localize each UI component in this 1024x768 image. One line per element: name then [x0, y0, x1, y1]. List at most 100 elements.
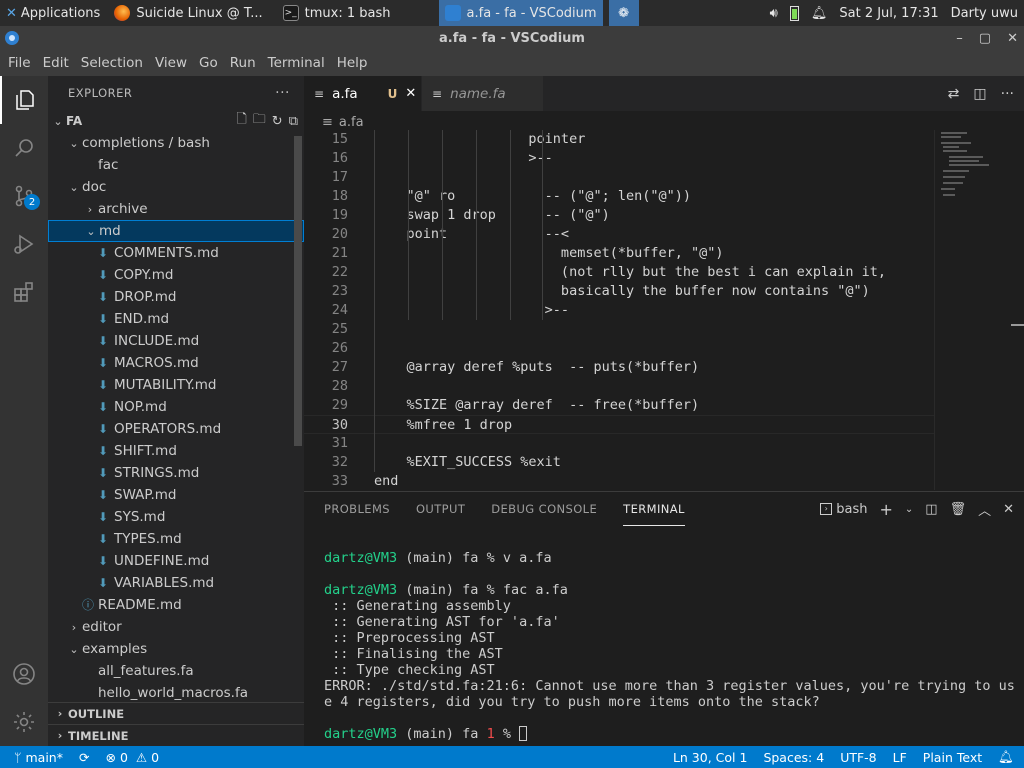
tree-item[interactable]: ⬇ SHIFT.md — [48, 440, 304, 462]
timeline-section[interactable]: › TIMELINE — [48, 724, 304, 746]
breadcrumb-item[interactable]: a.fa — [339, 115, 364, 130]
cursor-position[interactable]: Ln 30, Col 1 — [665, 750, 756, 765]
menu-run[interactable]: Run — [224, 55, 262, 71]
new-file-icon[interactable]: 🗋︎ — [236, 110, 246, 132]
new-folder-icon[interactable]: 🗀︎ — [253, 110, 266, 132]
tree-item[interactable]: ⬇ COPY.md — [48, 264, 304, 286]
problems-indicator[interactable]: ⊗ 0 ⚠ 0 — [97, 750, 167, 765]
search-activity[interactable] — [0, 124, 48, 172]
minimap[interactable] — [934, 130, 1024, 490]
tree-item[interactable]: ⬇ TYPES.md — [48, 528, 304, 550]
taskbar-app-vscodium[interactable]: a.fa - fa - VSCodium — [438, 0, 603, 26]
tree-item[interactable]: ⬇ DROP.md — [48, 286, 304, 308]
language-mode[interactable]: Plain Text — [915, 750, 990, 765]
tab-a-fa[interactable]: ≡ a.fa U ✕ — [304, 76, 422, 111]
open-changes-icon[interactable]: ⇄ — [948, 86, 960, 102]
branch-indicator[interactable]: ᛘ main* — [0, 750, 71, 765]
tree-item[interactable]: fac — [48, 154, 304, 176]
tree-item[interactable]: ⌄ completions / bash — [48, 132, 304, 154]
chevron-down-icon[interactable]: ⌄ — [905, 504, 913, 515]
explorer-activity[interactable] — [0, 76, 48, 124]
taskbar-app-terminal[interactable]: >_ tmux: 1 bash — [277, 0, 397, 26]
taskbar-app-firefox[interactable]: Suicide Linux @ T... — [108, 0, 268, 26]
encoding[interactable]: UTF-8 — [832, 750, 884, 765]
tree-item[interactable]: ⬇ UNDEFINE.md — [48, 550, 304, 572]
split-terminal-icon[interactable]: ◫ — [925, 502, 937, 517]
tree-item[interactable]: ⬇ SYS.md — [48, 506, 304, 528]
tree-item[interactable]: ⌄ doc — [48, 176, 304, 198]
tree-item[interactable]: ⓘ README.md — [48, 594, 304, 616]
terminal-shell-selector[interactable]: › bash — [820, 502, 867, 517]
tree-item[interactable]: ⬇ MUTABILITY.md — [48, 374, 304, 396]
end-of-line[interactable]: LF — [885, 750, 915, 765]
close-icon[interactable]: ✕ — [1007, 31, 1018, 46]
editor-tabs: ≡ a.fa U ✕ ≡ name.fa ⇄ ◫ ··· — [304, 76, 1024, 111]
tree-item[interactable]: ⬇ END.md — [48, 308, 304, 330]
menu-file[interactable]: File — [2, 55, 37, 71]
window-titlebar[interactable]: a.fa - fa - VSCodium – ▢ ✕ — [0, 26, 1024, 50]
outline-label: OUTLINE — [68, 706, 125, 721]
sync-icon[interactable]: ⟳ — [71, 750, 97, 765]
trash-icon[interactable]: 🗑︎ — [950, 502, 967, 517]
minimap-slider[interactable] — [1011, 324, 1024, 326]
tab-name-fa[interactable]: ≡ name.fa — [422, 76, 544, 111]
tree-item[interactable]: ⬇ COMMENTS.md — [48, 242, 304, 264]
maximize-icon[interactable]: ▢ — [979, 31, 991, 46]
minimize-icon[interactable]: – — [956, 31, 963, 46]
tree-item[interactable]: ⬇ MACROS.md — [48, 352, 304, 374]
applications-menu[interactable]: ✕ Applications — [0, 0, 106, 26]
tree-item[interactable]: ⬇ SWAP.md — [48, 484, 304, 506]
settings-activity[interactable] — [0, 698, 48, 746]
run-debug-activity[interactable] — [0, 220, 48, 268]
menu-edit[interactable]: Edit — [37, 55, 75, 71]
panel-tab-debug-console[interactable]: DEBUG CONSOLE — [491, 492, 597, 526]
volume-icon[interactable]: 🔊︎ — [770, 6, 778, 21]
notifications-bell-icon[interactable]: 🔔︎ — [990, 749, 1024, 765]
refresh-icon[interactable]: ↻ — [272, 114, 283, 129]
panel-tab-terminal[interactable]: TERMINAL — [623, 492, 685, 526]
tree-item[interactable]: ⬇ NOP.md — [48, 396, 304, 418]
code-editor[interactable]: 15 pointer 16 >-- 17 18 "@" ro -- ("@"; len… — [304, 130, 934, 490]
close-panel-icon[interactable]: ✕ — [1003, 502, 1014, 517]
menu-terminal[interactable]: Terminal — [262, 55, 331, 71]
tree-item[interactable]: › archive — [48, 198, 304, 220]
tree-item[interactable]: ⬇ VARIABLES.md — [48, 572, 304, 594]
clock[interactable]: Sat 2 Jul, 17:31 — [839, 6, 938, 21]
terminal-output[interactable]: dartz@VM3 (main) fa % v a.fa dartz@VM3 (… — [324, 550, 1014, 742]
accounts-activity[interactable] — [0, 650, 48, 698]
terminal-cursor — [519, 726, 528, 741]
collapse-all-icon[interactable]: ⧉ — [289, 114, 298, 129]
panel-tab-problems[interactable]: PROBLEMS — [324, 492, 390, 526]
taskbar-app-extra[interactable]: ❁ — [608, 0, 639, 26]
outline-section[interactable]: › OUTLINE — [48, 702, 304, 724]
split-editor-icon[interactable]: ◫ — [973, 86, 986, 102]
more-actions-icon[interactable]: ··· — [1001, 86, 1014, 102]
indentation[interactable]: Spaces: 4 — [755, 750, 832, 765]
source-control-activity[interactable]: 2 — [0, 172, 48, 220]
sidebar-scrollbar[interactable] — [294, 136, 302, 446]
menu-view[interactable]: View — [149, 55, 193, 71]
tree-item[interactable]: ⬇ STRINGS.md — [48, 462, 304, 484]
line-number: 22 — [331, 264, 348, 280]
chevron-right-icon: › — [57, 707, 63, 720]
maximize-panel-icon[interactable]: ︿ — [978, 500, 991, 519]
extensions-activity[interactable] — [0, 268, 48, 316]
user-menu[interactable]: Darty uwu — [951, 6, 1018, 21]
tree-item[interactable]: › editor — [48, 616, 304, 638]
more-actions-icon[interactable]: ··· — [275, 85, 290, 101]
tree-item[interactable]: ⌄ md — [48, 220, 304, 242]
menu-selection[interactable]: Selection — [75, 55, 149, 71]
menu-help[interactable]: Help — [331, 55, 374, 71]
battery-icon[interactable] — [789, 5, 799, 21]
new-terminal-icon[interactable]: + — [879, 500, 892, 519]
tree-item[interactable]: ⌄ examples — [48, 638, 304, 660]
notification-bell-icon[interactable]: 🔔︎ — [811, 6, 828, 21]
tree-item[interactable]: hello_world_macros.fa — [48, 682, 304, 704]
tree-item[interactable]: ⬇ INCLUDE.md — [48, 330, 304, 352]
close-tab-icon[interactable]: ✕ — [405, 86, 416, 101]
workspace-root[interactable]: ⌄ FA 🗋︎ 🗀︎ ↻ ⧉ — [48, 110, 304, 132]
tree-item[interactable]: ⬇ OPERATORS.md — [48, 418, 304, 440]
menu-go[interactable]: Go — [193, 55, 224, 71]
panel-tab-output[interactable]: OUTPUT — [416, 492, 465, 526]
tree-item[interactable]: all_features.fa — [48, 660, 304, 682]
